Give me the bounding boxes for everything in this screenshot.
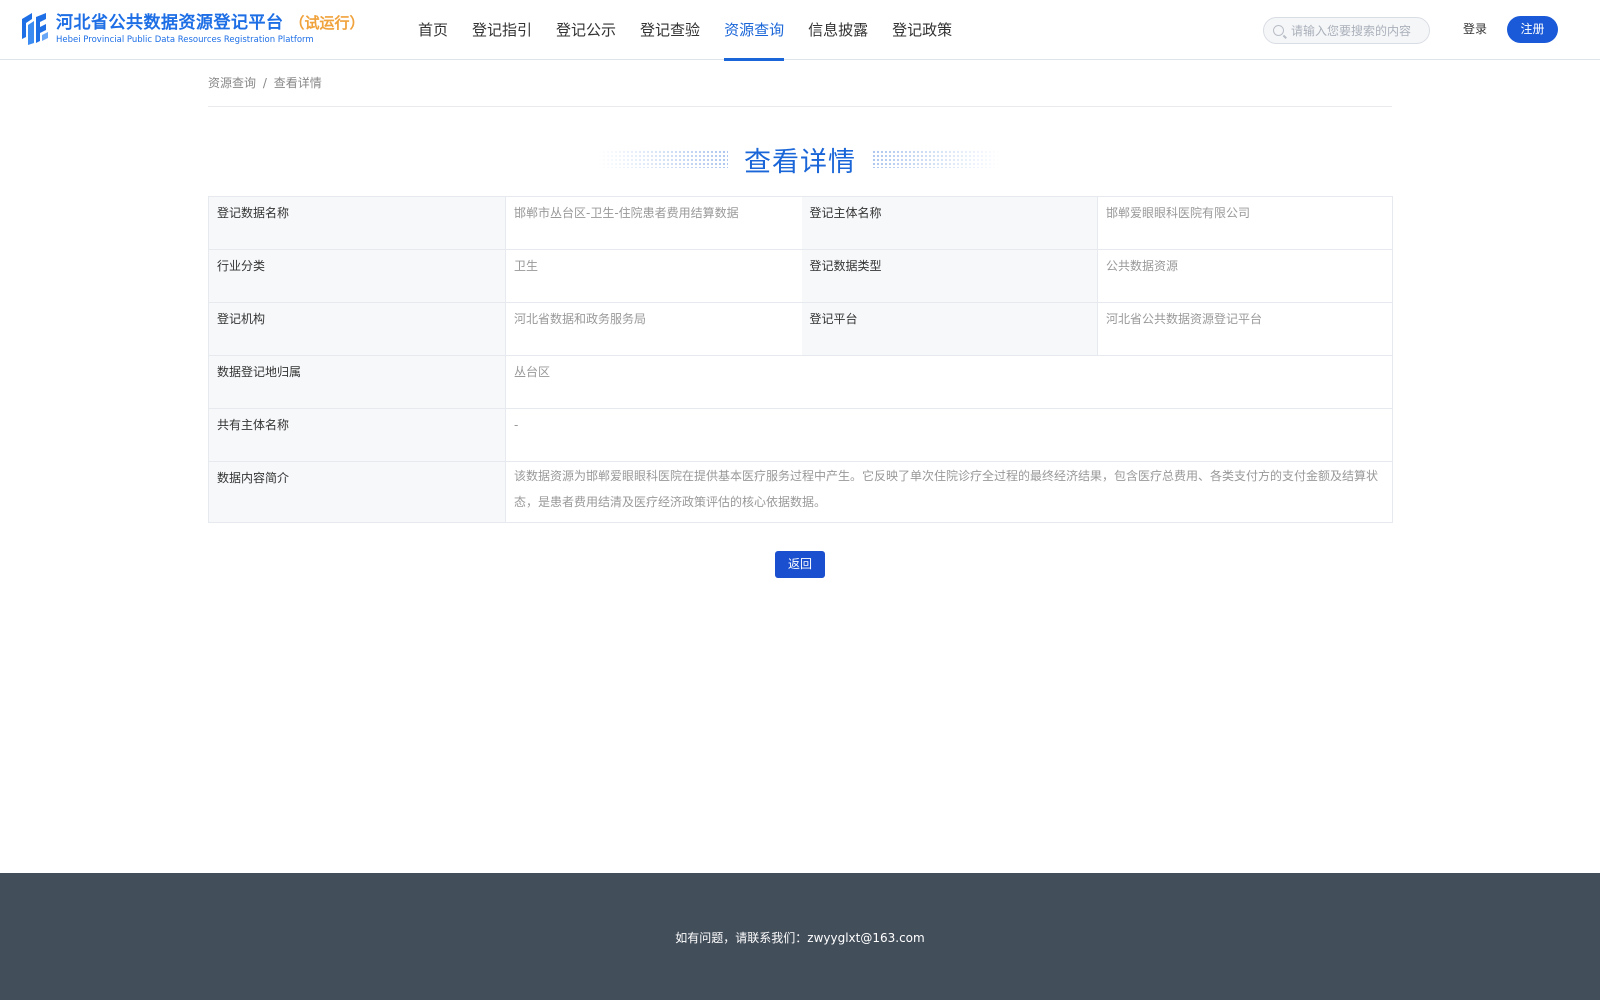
title-decoration-left [598, 150, 728, 168]
field-label: 登记数据名称 [208, 196, 506, 250]
table-row: 共有主体名称 - [208, 408, 1393, 462]
main-nav: 首页 登记指引 登记公示 登记查验 资源查询 信息披露 登记政策 [418, 0, 976, 61]
title-decoration-right [872, 150, 1002, 168]
page-title: 查看详情 [744, 146, 856, 178]
breadcrumb-current: 查看详情 [273, 76, 322, 90]
platform-logo[interactable]: 河北省公共数据资源登记平台 （试运行） Hebei Provincial Pub… [18, 11, 365, 47]
table-row: 数据内容简介 该数据资源为邯郸爱眼眼科医院在提供基本医疗服务过程中产生。它反映了… [208, 461, 1393, 523]
field-value: - [505, 408, 1393, 462]
field-label: 共有主体名称 [208, 408, 506, 462]
table-row: 行业分类 卫生 登记数据类型 公共数据资源 [208, 249, 1393, 303]
footer-contact: 如有问题，请联系我们：zwyyglxt@163.com [675, 931, 925, 945]
field-value: 邯郸市丛台区-卫生-住院患者费用结算数据 [505, 196, 802, 250]
search-icon[interactable] [1273, 25, 1284, 36]
breadcrumb-divider [208, 106, 1392, 107]
footer: 如有问题，请联系我们：zwyyglxt@163.com [0, 873, 1600, 1000]
field-label: 登记平台 [801, 302, 1098, 356]
register-button[interactable]: 注册 [1507, 16, 1558, 43]
field-label: 数据登记地归属 [208, 355, 506, 409]
field-label: 登记机构 [208, 302, 506, 356]
logo-subtitle: Hebei Provincial Public Data Resources R… [56, 34, 314, 45]
back-button[interactable]: 返回 [775, 551, 825, 578]
top-header: 河北省公共数据资源登记平台 （试运行） Hebei Provincial Pub… [0, 0, 1600, 61]
trial-badge: （试运行） [289, 13, 365, 32]
search-input[interactable] [1291, 23, 1421, 38]
search-box[interactable] [1263, 17, 1430, 44]
field-value: 丛台区 [505, 355, 1393, 409]
table-row: 登记机构 河北省数据和政务服务局 登记平台 河北省公共数据资源登记平台 [208, 302, 1393, 356]
nav-registration-verification[interactable]: 登记查验 [640, 0, 700, 60]
field-label: 登记数据类型 [801, 249, 1098, 303]
nav-registration-announcement[interactable]: 登记公示 [556, 0, 616, 60]
nav-information-disclosure[interactable]: 信息披露 [808, 0, 868, 60]
nav-home[interactable]: 首页 [418, 0, 448, 60]
field-value: 河北省公共数据资源登记平台 [1097, 302, 1393, 356]
table-row: 登记数据名称 邯郸市丛台区-卫生-住院患者费用结算数据 登记主体名称 邯郸爱眼眼… [208, 196, 1393, 250]
logo-title: 河北省公共数据资源登记平台 [56, 12, 284, 33]
detail-table: 登记数据名称 邯郸市丛台区-卫生-住院患者费用结算数据 登记主体名称 邯郸爱眼眼… [208, 196, 1393, 523]
nav-registration-guide[interactable]: 登记指引 [472, 0, 532, 60]
field-value: 卫生 [505, 249, 802, 303]
nav-resource-query[interactable]: 资源查询 [724, 0, 785, 61]
login-link[interactable]: 登录 [1463, 20, 1487, 37]
logo-mark-icon [18, 11, 50, 47]
nav-registration-policy[interactable]: 登记政策 [892, 0, 952, 60]
field-value: 公共数据资源 [1097, 249, 1393, 303]
field-label: 登记主体名称 [801, 196, 1098, 250]
field-label: 行业分类 [208, 249, 506, 303]
field-value-description: 该数据资源为邯郸爱眼眼科医院在提供基本医疗服务过程中产生。它反映了单次住院诊疗全… [505, 461, 1393, 523]
breadcrumb-parent[interactable]: 资源查询 [208, 76, 256, 90]
table-row: 数据登记地归属 丛台区 [208, 355, 1393, 409]
field-label: 数据内容简介 [208, 461, 506, 523]
field-value: 河北省数据和政务服务局 [505, 302, 802, 356]
breadcrumb: 资源查询 / 查看详情 [208, 74, 322, 91]
breadcrumb-separator: / [262, 76, 267, 90]
field-value: 邯郸爱眼眼科医院有限公司 [1097, 196, 1393, 250]
title-section: 查看详情 [0, 134, 1600, 184]
